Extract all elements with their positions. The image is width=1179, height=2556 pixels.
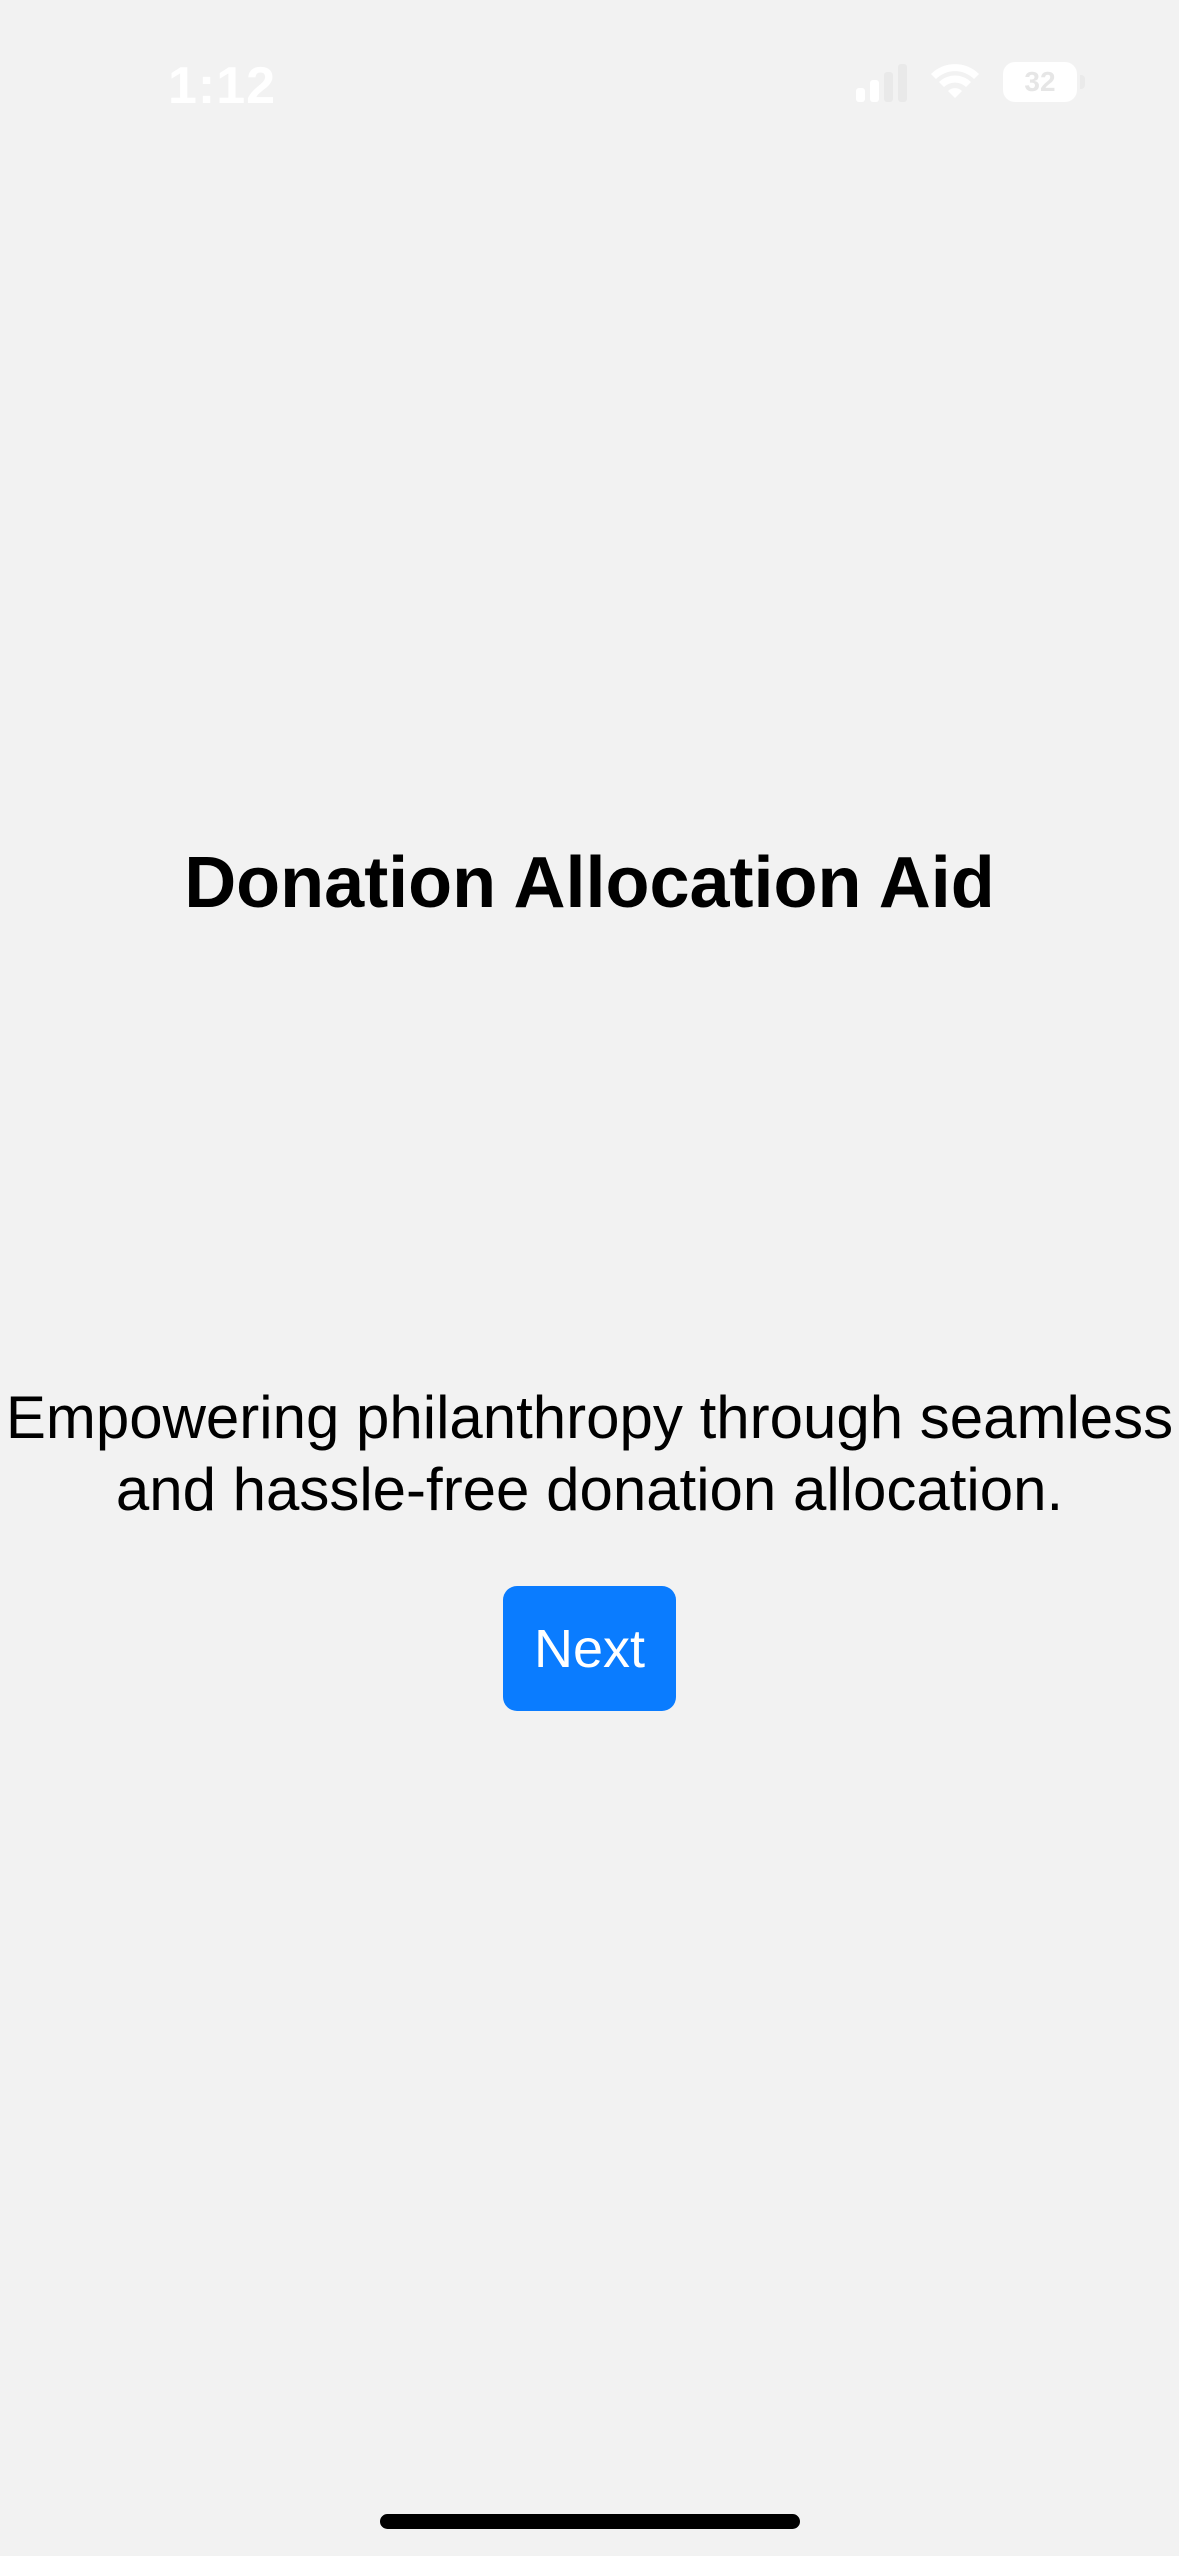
next-button[interactable]: Next [503,1586,676,1711]
cellular-signal-icon [856,62,907,102]
tagline-line-1: Empowering philanthropy through seamless [5,1384,1174,1451]
tagline-line-2: and hassle-free donation allocation. [115,1456,1064,1523]
status-icons: 32 [856,62,1085,102]
battery-icon: 32 [1003,62,1085,102]
status-time: 1:12 [168,57,277,115]
tagline: Empowering philanthropy through seamless… [0,1382,1179,1526]
home-indicator[interactable] [380,2514,800,2529]
status-bar: 1:12 32 [0,0,1179,170]
app-title: Donation Allocation Aid [184,843,995,923]
battery-level: 32 [1024,66,1056,97]
onboarding-screen: 1:12 32 Donation Allocation Aid Empoweri… [0,0,1179,2556]
wifi-icon [931,64,979,98]
